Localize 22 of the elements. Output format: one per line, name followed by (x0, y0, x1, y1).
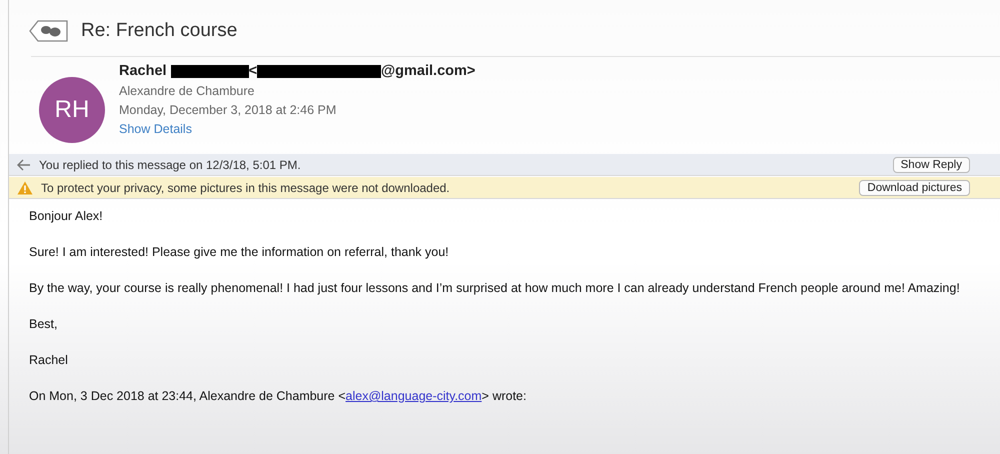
notice-text: To protect your privacy, some pictures in this message were not downloaded. (41, 180, 451, 194)
notice-text: You replied to this message on 12/3/18, 5:01 PM. (39, 158, 302, 172)
address-bracket: < (248, 63, 258, 79)
warning-icon (17, 180, 33, 194)
body-paragraph: Bonjour Alex! (29, 208, 104, 225)
email-link[interactable]: alex@language-city.com (346, 389, 482, 403)
body-paragraph: Best, (29, 316, 58, 333)
sender-avatar: RH (39, 77, 105, 143)
sender-address: @gmail.com> (381, 63, 476, 79)
body-paragraph: By the way, your course is really phenomenal! I had just four lessons and I’m surprised at how much more I can already understand French people around me! Amazing! (29, 280, 961, 297)
conversation-icon[interactable] (29, 20, 69, 42)
quote-header: On Mon, 3 Dec 2018 at 23:44, Alexandre de Chambure <alex@language-city.com> wrote: (29, 388, 528, 405)
sender-name: Rachel (119, 63, 167, 79)
message-date: Monday, December 3, 2018 at 2:46 PM (119, 103, 338, 117)
show-reply-button[interactable]: Show Reply (892, 156, 970, 172)
body-paragraph: Sure! I am interested! Please give me the information on referral, thank you! (29, 244, 450, 261)
message-subject: Re: French course (81, 20, 238, 42)
download-pictures-button[interactable]: Download pictures (859, 180, 970, 196)
recipient-name: Alexandre de Chambure (119, 84, 256, 98)
body-paragraph: Rachel (29, 352, 69, 369)
show-details-link[interactable]: Show Details (119, 122, 476, 136)
back-arrow-icon (17, 158, 31, 170)
